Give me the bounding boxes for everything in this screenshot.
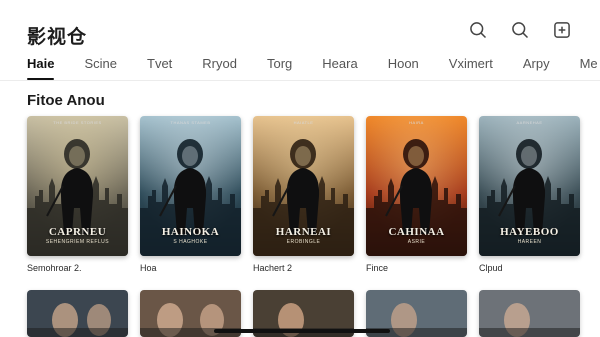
poster-subtitle: HAREEN [517, 239, 542, 245]
tab-3[interactable]: Rryod [202, 56, 237, 80]
poster-title: HAYEBOO [500, 226, 559, 238]
movie-title: Clpud [479, 263, 503, 273]
poster-subtitle: S HAGHOKE [173, 239, 208, 245]
poster-subtitle: ASRIE [407, 239, 426, 245]
tab-2[interactable]: Tvet [147, 56, 172, 80]
tab-8[interactable]: Arpy [523, 56, 550, 80]
top-bar: 影视仓 Haie Scine Tvet Rryod Torg Heara Hoon Vxime… [0, 0, 600, 80]
movie-card[interactable]: HAIATLE HARNEAI EROBINGLE Hachert 2 [253, 116, 354, 273]
search-icon[interactable] [508, 18, 532, 42]
poster-credit: AARNEHAE [516, 120, 543, 125]
section-title: Fitoe Anou [27, 92, 105, 109]
search-icon[interactable] [466, 18, 490, 42]
poster-subtitle: EROBINGLE [286, 239, 321, 245]
poster-subtitle: SEHENGRIEM REFLUS [45, 239, 110, 245]
tab-4[interactable]: Torg [267, 56, 292, 80]
poster-title: CAPRNEU [48, 226, 107, 238]
poster-title: HARNEAI [275, 226, 332, 238]
movie-title: Fince [366, 263, 389, 273]
category-tabs: Haie Scine Tvet Rryod Torg Heara Hoon Vximert Ar… [27, 56, 600, 80]
poster-credit: THE BRIDE STORIES [53, 120, 102, 125]
tab-5[interactable]: Heara [322, 56, 357, 80]
tab-divider [0, 80, 600, 81]
poster-title: HAINOKA [161, 226, 220, 238]
add-icon[interactable] [550, 18, 574, 42]
movie-poster[interactable] [27, 290, 128, 337]
home-indicator [214, 329, 390, 333]
movie-card[interactable]: HAIRA CAHINAA ASRIE Fince [366, 116, 467, 273]
movie-title: Semohroar 2. [27, 263, 82, 273]
movie-title: Hoa [140, 263, 157, 273]
movie-poster[interactable] [479, 290, 580, 337]
tab-6[interactable]: Hoon [388, 56, 419, 80]
movie-poster[interactable]: THANAS STAMEB HAINOKA S HAGHOKE [140, 116, 241, 256]
poster-title: CAHINAA [388, 226, 445, 238]
movie-card[interactable]: THANAS STAMEB HAINOKA S HAGHOKE Hoa [140, 116, 241, 273]
tab-7[interactable]: Vximert [449, 56, 493, 80]
poster-credit: HAIATLE [293, 120, 314, 125]
poster-row: THE BRIDE STORIES CAPRNEU SEHENGRIEM REF… [27, 116, 580, 273]
poster-credit: THANAS STAMEB [170, 120, 211, 125]
movie-poster[interactable]: HAIRA CAHINAA ASRIE [366, 116, 467, 256]
movie-poster[interactable]: THE BRIDE STORIES CAPRNEU SEHENGRIEM REF… [27, 116, 128, 256]
poster-credit: HAIRA [409, 120, 424, 125]
tab-1[interactable]: Scine [84, 56, 117, 80]
movie-card[interactable]: THE BRIDE STORIES CAPRNEU SEHENGRIEM REF… [27, 116, 128, 273]
movie-title: Hachert 2 [253, 263, 293, 273]
top-actions [466, 18, 574, 42]
movie-poster[interactable]: AARNEHAE HAYEBOO HAREEN [479, 116, 580, 256]
tab-0[interactable]: Haie [27, 56, 55, 80]
app-title: 影视仓 [27, 26, 88, 48]
movie-card[interactable]: AARNEHAE HAYEBOO HAREEN Clpud [479, 116, 580, 273]
movie-poster[interactable]: HAIATLE HARNEAI EROBINGLE [253, 116, 354, 256]
tab-9[interactable]: Me [580, 56, 598, 80]
